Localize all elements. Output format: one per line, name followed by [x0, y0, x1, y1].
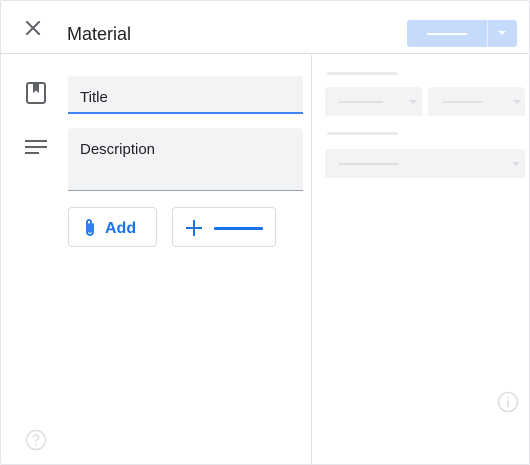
topic-label-skeleton — [327, 132, 398, 135]
caret-down-icon — [498, 31, 506, 35]
title-field[interactable]: Title — [68, 76, 303, 114]
settings-label-skeleton — [327, 72, 398, 75]
create-button-placeholder — [214, 227, 263, 230]
post-button-placeholder — [427, 33, 467, 35]
bookmark-icon — [26, 82, 46, 104]
info-circle-icon[interactable] — [497, 391, 519, 413]
plus-icon — [186, 220, 202, 236]
material-dialog: Material Title Description Add — [0, 0, 530, 465]
add-attachment-button[interactable]: Add — [68, 207, 157, 247]
add-button-label: Add — [105, 220, 137, 237]
help-circle-icon[interactable] — [25, 429, 47, 451]
notes-icon — [25, 140, 47, 154]
for-select-skeleton[interactable] — [325, 87, 422, 116]
title-field-label: Title — [80, 89, 108, 106]
dialog-title: Material — [67, 24, 132, 44]
description-field[interactable]: Description — [68, 128, 303, 191]
close-icon — [25, 20, 41, 36]
post-split-button — [407, 20, 517, 47]
assign-select-skeleton[interactable] — [428, 87, 525, 116]
panel-divider — [311, 55, 312, 464]
create-button[interactable] — [172, 207, 276, 247]
post-options-button[interactable] — [488, 20, 517, 47]
description-field-label: Description — [80, 141, 156, 158]
post-button[interactable] — [407, 20, 487, 47]
topic-select-skeleton[interactable] — [325, 149, 525, 178]
dialog-header: Material — [1, 1, 529, 54]
close-button[interactable] — [23, 18, 43, 38]
paperclip-icon — [86, 219, 94, 236]
main-panel — [1, 55, 313, 464]
